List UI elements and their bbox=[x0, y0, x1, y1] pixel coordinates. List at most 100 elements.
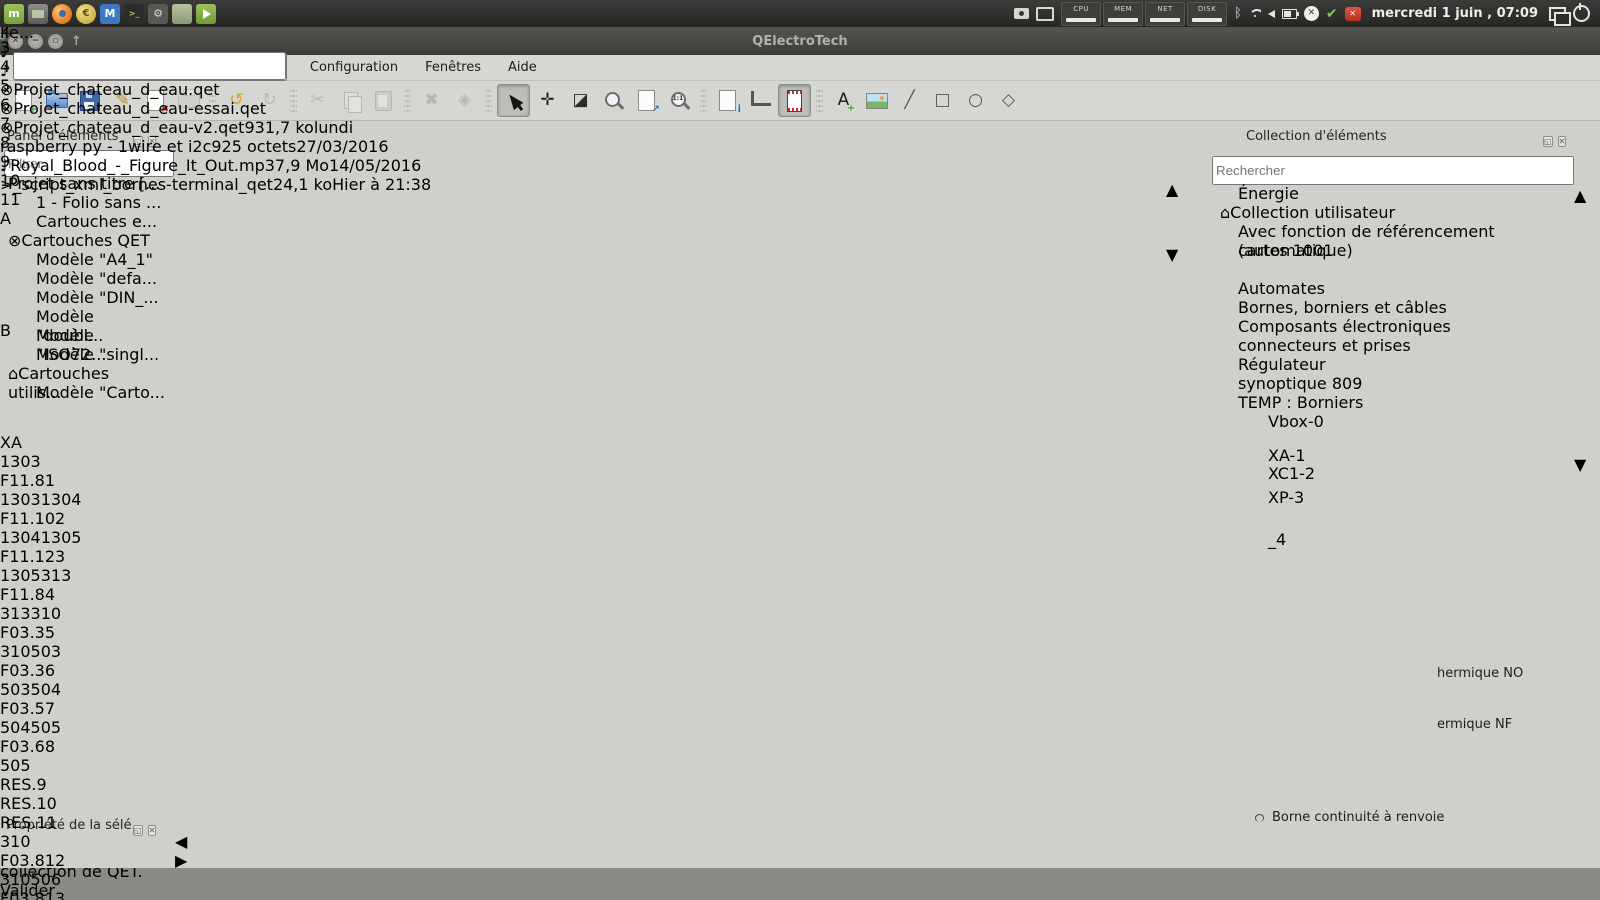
collection-scrollbar[interactable]: ▲ ▼ bbox=[1574, 186, 1590, 830]
terminal-8[interactable]: F03.68 bbox=[0, 737, 81, 756]
terminal-function-label: F11.8 bbox=[0, 471, 45, 490]
firefox-launcher[interactable] bbox=[52, 4, 72, 24]
terminal-launcher[interactable]: >_ bbox=[124, 4, 144, 24]
messages-icon[interactable]: ✕ bbox=[1345, 7, 1361, 21]
xref-format-entry[interactable] bbox=[13, 52, 286, 80]
file-row-projet-chateau-d-eau-essai-qet[interactable]: ⊗Projet_chateau_d_eau-essai.qet bbox=[0, 99, 1600, 118]
terminal-function-label: F03.6 bbox=[0, 737, 45, 756]
file-size: 7,9 Mo bbox=[275, 156, 329, 175]
tree-item-item[interactable] bbox=[1212, 260, 1590, 279]
terminal-7[interactable]: F03.57 bbox=[0, 699, 81, 718]
audio-icon: ♪ bbox=[0, 42, 10, 61]
file-row-royal-blood-figure-it-out-mp3[interactable]: ♪Royal_Blood_-_Figure_It_Out.mp37,9 Mo14… bbox=[0, 156, 1600, 175]
terminal-1[interactable]: F11.81 bbox=[0, 471, 81, 490]
mint-menu-launcher[interactable]: m bbox=[4, 4, 24, 24]
tree-item-automates[interactable]: Automates bbox=[1212, 279, 1590, 298]
tree-item-xp-3[interactable]: XP-3 bbox=[1212, 488, 1590, 530]
terminal-4[interactable]: F11.84 bbox=[0, 585, 81, 604]
file-date: 14/05/2016 bbox=[329, 156, 421, 175]
wire-label-bottom: 313 bbox=[0, 604, 31, 623]
label: XA-1 bbox=[1268, 446, 1306, 465]
label: XP-3 bbox=[1268, 488, 1304, 507]
horizontal-scrollbar[interactable]: ◀ ▶ bbox=[175, 832, 1165, 849]
file-name: script_xml_bornes-terminal_qet bbox=[21, 175, 273, 194]
file-name: Projet_chateau_d_eau-essai.qet bbox=[13, 99, 266, 118]
scroll-down-icon[interactable]: ▼ bbox=[1574, 455, 1586, 474]
scroll-left-icon[interactable]: ◀ bbox=[175, 832, 187, 851]
file-row-projet-chateau-d-eau-qet[interactable]: ⊗Projet_chateau_d_eau.qet bbox=[0, 80, 1600, 99]
desktop-panel: m €M>_⚙ CPUMEMNETDISK ᛒ ✕ ✔ ✕ mercredi 1 … bbox=[0, 0, 1600, 27]
screenshot-icon[interactable] bbox=[1014, 8, 1029, 19]
terminal-strip[interactable]: 1303F11.8113031304F11.10213041305F11.123… bbox=[0, 452, 81, 900]
terminal-function-label: F03.3 bbox=[0, 623, 45, 642]
tree-item-collection-utilisateur[interactable]: ⌂Collection utilisateur bbox=[1212, 203, 1590, 222]
qet-icon: ⊗ bbox=[0, 118, 13, 137]
volume-icon[interactable] bbox=[1268, 10, 1275, 18]
collection-item-fragment[interactable]: ermique NF bbox=[1437, 717, 1512, 732]
launcher-area: m €M>_⚙ bbox=[0, 4, 216, 24]
file-row-raspberry-py-1wire-et-i2c[interactable]: raspberry py - 1wire et i2c925 octets27/… bbox=[0, 137, 1600, 156]
tree-item-vbox-0[interactable]: Vbox-0 bbox=[1212, 412, 1590, 446]
scroll-down-icon[interactable]: ▼ bbox=[1166, 245, 1178, 264]
collection-item-fragment[interactable]: hermique NO bbox=[1437, 666, 1523, 681]
undock-icon[interactable]: ◱ bbox=[133, 825, 143, 836]
label: Automates bbox=[1238, 279, 1325, 298]
net-monitor[interactable]: NET bbox=[1145, 2, 1185, 26]
close-circle-icon[interactable]: ✕ bbox=[1304, 6, 1319, 21]
mem-monitor[interactable]: MEM bbox=[1103, 2, 1143, 26]
settings-app-launcher[interactable]: ⚙ bbox=[148, 4, 168, 24]
terminal-10[interactable]: RES.10 bbox=[0, 794, 81, 813]
cpu-monitor[interactable]: CPU bbox=[1061, 2, 1101, 26]
terminal-strip-label-box[interactable]: XA bbox=[0, 433, 81, 452]
terminal-3[interactable]: F11.123 bbox=[0, 547, 81, 566]
wiki-app-launcher[interactable]: M bbox=[100, 4, 120, 24]
file-date: 27/03/2016 bbox=[296, 137, 388, 156]
clock[interactable]: mercredi 1 juin , 07:09 bbox=[1372, 6, 1538, 21]
tree-item-composants-lectroniques[interactable]: Composants électroniques bbox=[1212, 317, 1590, 336]
terminal-13[interactable]: F03.813 bbox=[0, 889, 81, 900]
terminal-function-label: F03.5 bbox=[0, 699, 45, 718]
file-manager-launcher[interactable] bbox=[172, 4, 192, 24]
tree-item-xc1-2[interactable]: XC1-2 bbox=[1212, 464, 1590, 488]
tree-item-temp-borniers[interactable]: TEMP : Borniers bbox=[1212, 393, 1590, 412]
show-desktop-launcher[interactable] bbox=[28, 4, 48, 24]
tree-item-cartes-1001[interactable]: cartes 1001 bbox=[1212, 241, 1590, 260]
file-row-projet-chateau-d-eau-v2-qet[interactable]: ⊗Projet_chateau_d_eau-v2.qet931,7 kolund… bbox=[0, 118, 1600, 137]
tree-item-xa-1[interactable]: XA-1 bbox=[1212, 446, 1590, 464]
tree-item-bornes-borniers-et-c-bles[interactable]: Bornes, borniers et câbles bbox=[1212, 298, 1590, 317]
bluetooth-icon[interactable]: ᛒ bbox=[1234, 7, 1242, 20]
terminal-2[interactable]: F11.102 bbox=[0, 509, 81, 528]
tree-item-connecteurs-et-prises[interactable]: connecteurs et prises bbox=[1212, 336, 1590, 355]
tree-item-avec-fonction-de-r-f-rencement-automatique[interactable]: Avec fonction de référencement (automati… bbox=[1212, 222, 1590, 241]
terminal-11[interactable]: RES.11 bbox=[0, 813, 81, 832]
shield-icon[interactable]: ✔ bbox=[1326, 6, 1338, 22]
media-player-launcher[interactable] bbox=[196, 4, 216, 24]
close-panel-icon[interactable]: ✕ bbox=[148, 825, 157, 836]
vertical-scrollbar-thumb[interactable] bbox=[1166, 199, 1183, 245]
vertical-scrollbar[interactable]: ▲ ▼ bbox=[1166, 180, 1183, 830]
disk-monitor[interactable]: DISK bbox=[1187, 2, 1227, 26]
power-icon[interactable] bbox=[1573, 5, 1590, 22]
display-icon[interactable] bbox=[1036, 7, 1054, 21]
terminal-number: 13 bbox=[45, 889, 65, 900]
label: cartes 1001 bbox=[1238, 241, 1333, 260]
scroll-right-icon[interactable]: ▶ bbox=[175, 851, 187, 870]
terminal-12[interactable]: F03.812 bbox=[0, 851, 81, 870]
tree-item-r-gulateur[interactable]: Régulateur bbox=[1212, 355, 1590, 374]
label: XC1-2 bbox=[1268, 464, 1315, 483]
workspaces-icon[interactable] bbox=[1549, 7, 1566, 21]
money-app-launcher[interactable]: € bbox=[76, 4, 96, 24]
terminal-6[interactable]: F03.36 bbox=[0, 661, 81, 680]
terminal-5[interactable]: F03.35 bbox=[0, 623, 81, 642]
tree-item-4[interactable]: _4 bbox=[1212, 530, 1590, 578]
tree-item-synoptique-809[interactable]: synoptique 809 bbox=[1212, 374, 1590, 393]
terminal-function-label: RES. bbox=[0, 794, 36, 813]
wifi-icon[interactable] bbox=[1249, 9, 1261, 18]
file-rows: lle...♪♪⊗Projet_chateau_d_eau.qet⊗Projet… bbox=[0, 23, 1600, 194]
terminal-9[interactable]: RES.9 bbox=[0, 775, 81, 794]
collection-scrollbar-thumb[interactable] bbox=[1574, 205, 1590, 455]
collection-item-borne[interactable]: Borne continuité à renvoie bbox=[1255, 810, 1444, 825]
file-row-script-xml-bornes-terminal-qet[interactable]: >_script_xml_bornes-terminal_qet24,1 koH… bbox=[0, 175, 1600, 194]
battery-icon[interactable] bbox=[1282, 9, 1297, 19]
file-date: lundi bbox=[314, 118, 353, 137]
